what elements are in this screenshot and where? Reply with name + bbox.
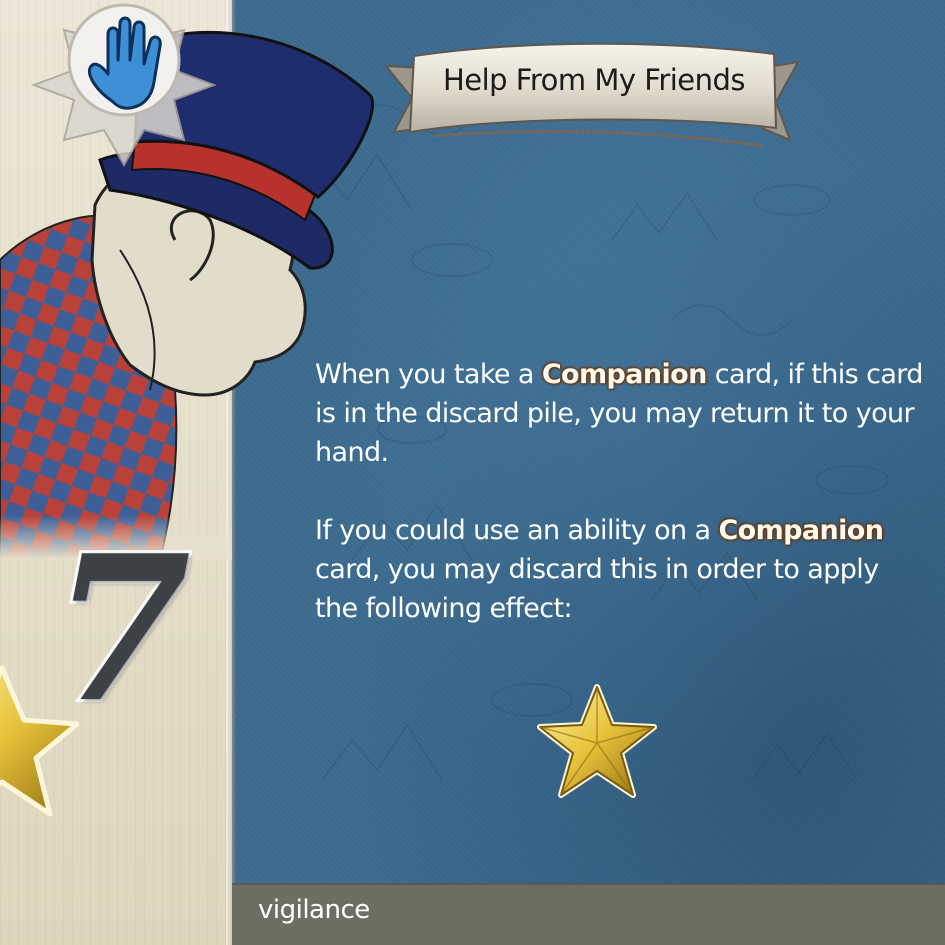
keyword-companion: Companion (541, 359, 708, 390)
rules-paragraph-2: If you could use an ability on a Compani… (315, 515, 884, 624)
star-icon (0, 665, 80, 817)
card-title: Help From My Friends (442, 63, 746, 97)
keyword-label: vigilance (258, 895, 370, 925)
ability-badge (31, 2, 217, 168)
star-icon (537, 684, 657, 798)
keyword-companion: Companion (718, 515, 884, 546)
card: Help From My Friends When you take a Com… (0, 0, 945, 945)
rules-paragraph-1: When you take a Companion card, if this … (315, 359, 923, 468)
rules-text: When you take a Companion card, if this … (315, 355, 925, 667)
